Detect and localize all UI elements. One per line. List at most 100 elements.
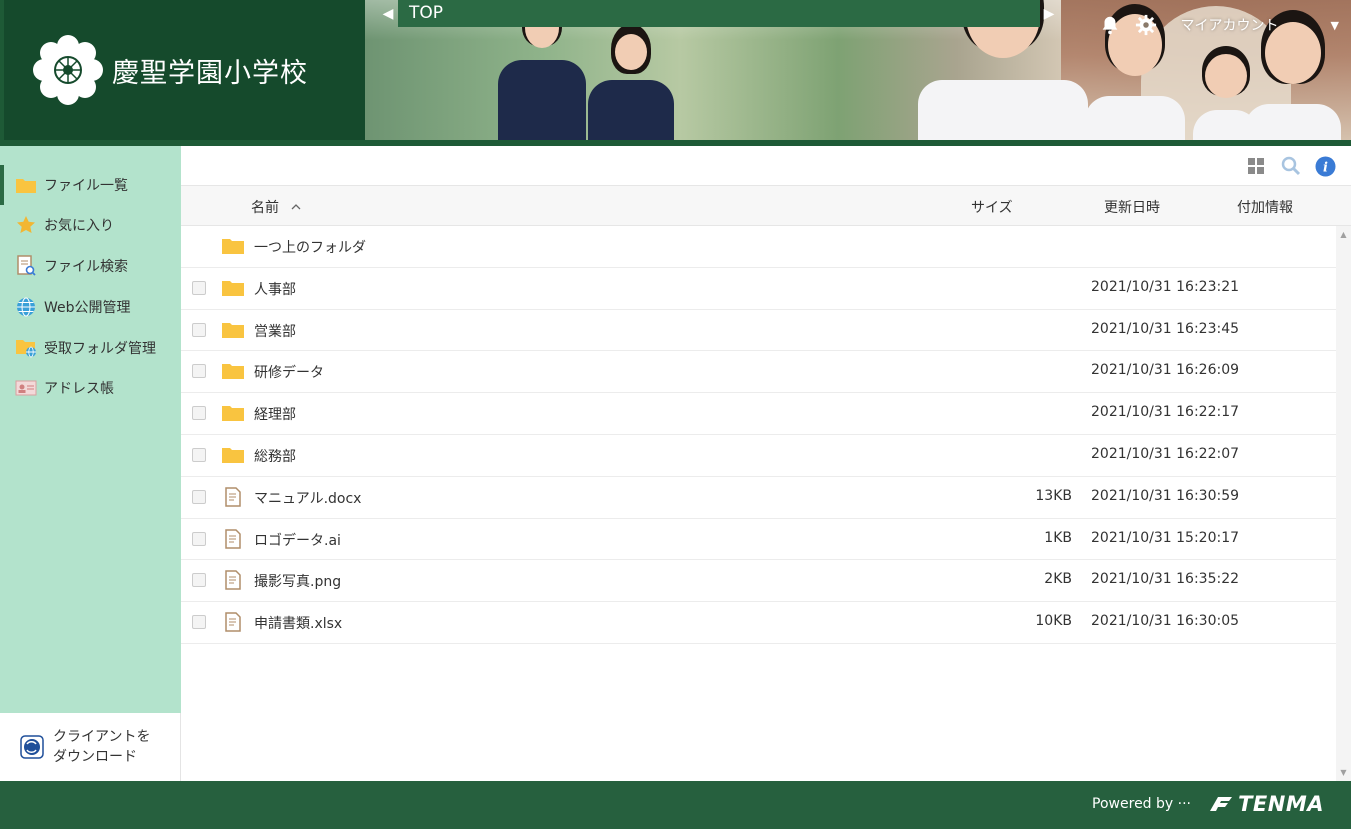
school-name: 慶聖学園小学校 — [112, 57, 308, 89]
chevron-down-icon[interactable]: ▼ — [1331, 19, 1339, 32]
header: 慶聖学園小学校 ◀ TOP ▶ マイアカウント ▼ — [0, 0, 1351, 146]
sidebar-item-label: Web公開管理 — [44, 300, 131, 316]
file-date: 2021/10/31 15:20:17 — [1091, 529, 1240, 546]
column-info-header[interactable]: 付加情報 — [1237, 197, 1293, 217]
file-date: 2021/10/31 16:26:09 — [1091, 362, 1240, 379]
folder-icon — [222, 239, 244, 254]
tenma-logo[interactable]: TENMA — [1208, 792, 1324, 816]
row-checkbox[interactable] — [192, 447, 206, 462]
scroll-down-arrow-icon[interactable]: ▼ — [1339, 768, 1348, 777]
file-name[interactable]: 営業部 — [254, 321, 296, 341]
receive-folder-icon — [15, 337, 37, 359]
folder-icon — [15, 174, 37, 196]
info-icon[interactable]: i — [1314, 155, 1336, 177]
file-date: 2021/10/31 16:35:22 — [1091, 571, 1240, 588]
document-icon — [225, 612, 241, 632]
globe-icon — [15, 296, 37, 318]
footer: Powered by ··· TENMA — [0, 781, 1351, 829]
folder-icon — [222, 447, 244, 463]
table-row[interactable]: マニュアル.docx 13KB 2021/10/31 16:30:59 — [181, 477, 1336, 519]
parent-folder-row[interactable]: 一つ上のフォルダ — [181, 226, 1336, 268]
row-checkbox[interactable] — [192, 615, 206, 630]
school-crest-logo — [33, 35, 103, 105]
file-name[interactable]: 申請書類.xlsx — [254, 613, 342, 633]
breadcrumb-bar: ◀ TOP ▶ — [378, 0, 1058, 27]
sidebar-item-receive-folder[interactable]: 受取フォルダ管理 — [0, 328, 181, 368]
folder-icon — [222, 364, 244, 380]
client-download-icon — [20, 735, 44, 759]
file-date: 2021/10/31 16:23:21 — [1091, 278, 1240, 295]
header-tools: マイアカウント ▼ — [1099, 14, 1339, 36]
star-icon — [15, 214, 37, 236]
file-date: 2021/10/31 16:30:05 — [1091, 613, 1240, 630]
sort-ascending-icon[interactable] — [291, 202, 301, 212]
row-checkbox[interactable] — [192, 406, 206, 421]
file-list-panel: i 名前 サイズ 更新日時 付加情報 一つ上のフォルダ 人事部 2021/10/… — [181, 146, 1351, 781]
sidebar-item-address-book[interactable]: アドレス帳 — [0, 368, 181, 408]
nav-back-arrow-icon[interactable]: ◀ — [378, 0, 398, 27]
table-header: 名前 サイズ 更新日時 付加情報 — [181, 186, 1351, 226]
gear-icon[interactable] — [1135, 14, 1157, 36]
sidebar-item-label: アドレス帳 — [44, 381, 114, 397]
table-row[interactable]: 人事部 2021/10/31 16:23:21 — [181, 268, 1336, 310]
file-name[interactable]: 研修データ — [254, 362, 324, 382]
column-name-header[interactable]: 名前 — [251, 197, 301, 217]
row-checkbox[interactable] — [192, 489, 206, 504]
breadcrumb-title[interactable]: TOP — [398, 0, 1040, 27]
school-logo-area[interactable]: 慶聖学園小学校 — [4, 0, 365, 140]
table-row[interactable]: 研修データ 2021/10/31 16:26:09 — [181, 351, 1336, 394]
file-date: 2021/10/31 16:23:45 — [1091, 320, 1240, 337]
svg-text:i: i — [1323, 160, 1328, 175]
file-date: 2021/10/31 16:22:17 — [1091, 404, 1240, 421]
tenma-wing-icon — [1210, 797, 1233, 811]
bell-icon[interactable] — [1099, 14, 1121, 36]
file-list: 一つ上のフォルダ 人事部 2021/10/31 16:23:21 営業部 202… — [181, 226, 1336, 644]
nav-forward-arrow-icon[interactable]: ▶ — [1040, 0, 1058, 27]
scroll-up-arrow-icon[interactable]: ▲ — [1339, 230, 1348, 239]
file-size: 1KB — [1044, 529, 1072, 546]
file-name[interactable]: ロゴデータ.ai — [254, 530, 341, 550]
grid-view-icon[interactable] — [1245, 155, 1267, 177]
row-checkbox[interactable] — [192, 364, 206, 379]
document-icon — [225, 570, 241, 591]
powered-by-text: Powered by ··· — [1092, 796, 1191, 812]
sidebar-item-file-search[interactable]: ファイル検索 — [0, 246, 181, 286]
table-row[interactable]: 営業部 2021/10/31 16:23:45 — [181, 310, 1336, 352]
folder-icon — [222, 322, 244, 338]
row-checkbox[interactable] — [192, 280, 206, 295]
sidebar-item-favorites[interactable]: お気に入り — [0, 205, 181, 245]
table-row[interactable]: 撮影写真.png 2KB 2021/10/31 16:35:22 — [181, 560, 1336, 603]
sidebar-item-label: お気に入り — [44, 218, 114, 234]
table-row[interactable]: ロゴデータ.ai 1KB 2021/10/31 15:20:17 — [181, 519, 1336, 561]
table-row[interactable]: 経理部 2021/10/31 16:22:17 — [181, 393, 1336, 435]
sidebar-item-file-list[interactable]: ファイル一覧 — [0, 165, 181, 205]
row-checkbox[interactable] — [192, 573, 206, 588]
file-name[interactable]: マニュアル.docx — [254, 488, 361, 508]
file-name[interactable]: 人事部 — [254, 279, 296, 299]
file-name[interactable]: 総務部 — [254, 446, 296, 466]
folder-icon — [222, 406, 244, 422]
document-icon — [225, 487, 241, 507]
table-row[interactable]: 申請書類.xlsx 10KB 2021/10/31 16:30:05 — [181, 602, 1336, 644]
my-account-link[interactable]: マイアカウント — [1181, 15, 1279, 35]
file-name[interactable]: 経理部 — [254, 404, 296, 424]
client-download-button[interactable]: クライアントを ダウンロード — [0, 713, 181, 781]
column-date-header[interactable]: 更新日時 — [1104, 197, 1160, 217]
row-checkbox[interactable] — [192, 322, 206, 337]
view-toolbar: i — [181, 146, 1351, 186]
row-checkbox[interactable] — [192, 531, 206, 546]
vertical-scrollbar[interactable]: ▲ ▼ — [1336, 226, 1351, 781]
sidebar-item-label: ファイル一覧 — [44, 178, 128, 194]
document-icon — [225, 528, 241, 549]
file-name[interactable]: 一つ上のフォルダ — [254, 237, 366, 257]
file-date: 2021/10/31 16:30:59 — [1091, 487, 1240, 504]
table-row[interactable]: 総務部 2021/10/31 16:22:07 — [181, 435, 1336, 477]
sidebar-item-label: 受取フォルダ管理 — [44, 341, 156, 357]
file-date: 2021/10/31 16:22:07 — [1091, 445, 1240, 462]
sidebar-item-web-publish[interactable]: Web公開管理 — [0, 287, 181, 327]
search-icon[interactable] — [1280, 155, 1302, 177]
folder-icon — [222, 280, 244, 296]
sidebar-item-label: ファイル検索 — [44, 259, 128, 275]
column-size-header[interactable]: サイズ — [971, 197, 1013, 217]
file-name[interactable]: 撮影写真.png — [254, 571, 341, 591]
